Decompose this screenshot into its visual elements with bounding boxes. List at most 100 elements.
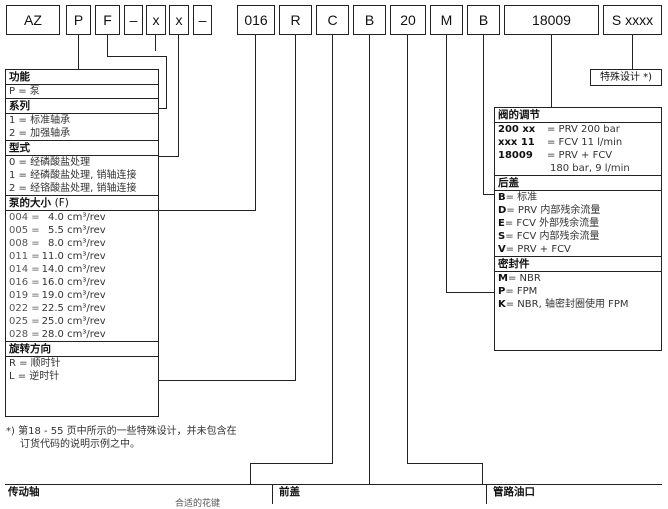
code-box-front-cover: C — [316, 5, 349, 35]
rear-cover-value: = FCV 外部残余流量 — [504, 218, 600, 229]
pipe-port-heading: 管路油口 — [493, 486, 535, 498]
size-code: 019 = — [9, 290, 40, 301]
rear-cover-row: E= FCV 外部残余流量 — [495, 217, 661, 230]
drive-shaft-partial-text: 合适的花键 — [175, 499, 221, 509]
valve-row: 200 xx = PRV 200 bar — [495, 123, 661, 136]
size-code: 008 = — [9, 238, 40, 249]
size-row: 011 = 11.0 cm³/rev — [6, 250, 158, 263]
seal-value: = FPM — [505, 286, 538, 297]
seal-heading: 密封件 — [495, 256, 661, 272]
rotation-heading: 旋转方向 — [6, 341, 158, 357]
size-value: 28.0 cm³/rev — [41, 329, 106, 340]
rear-cover-code: V — [498, 244, 506, 255]
valve-row: xxx 11 = FCV 11 l/min — [495, 136, 661, 149]
seal-row: K= NBR, 轴密封圈使用 FPM — [495, 298, 661, 311]
seal-row: P= FPM — [495, 285, 661, 298]
rear-cover-row: B= 标准 — [495, 191, 661, 204]
code-box-x-series: x — [146, 5, 166, 35]
valve-value: = FCV 11 l/min — [547, 137, 623, 148]
rear-cover-code: B — [498, 192, 506, 203]
code-box-dash-2: – — [193, 5, 212, 35]
size-row: 022 = 22.5 cm³/rev — [6, 302, 158, 315]
footnote-line-2: 订货代码的说明示例之中。 — [20, 439, 140, 450]
seal-value: = NBR — [507, 273, 541, 284]
size-value: 19.0 cm³/rev — [41, 290, 106, 301]
seal-row: M= NBR — [495, 272, 661, 285]
size-row: 008 = 8.0 cm³/rev — [6, 237, 158, 250]
seal-code: M — [498, 273, 508, 284]
code-box-pipe-port: 20 — [390, 5, 426, 35]
code-box-drive-shaft: B — [353, 5, 386, 35]
code-box-x-type: x — [169, 5, 189, 35]
valve-code: 200 xx — [498, 124, 536, 135]
type-heading: 型式 — [6, 140, 158, 156]
size-unit: (F) — [54, 197, 69, 209]
rear-cover-value: = PRV + FCV — [505, 244, 571, 255]
size-code: 028 = — [9, 329, 40, 340]
valve-value: 180 bar, 9 l/min — [550, 163, 630, 174]
rear-cover-row: D= PRV 内部残余流量 — [495, 204, 661, 217]
size-row: 025 = 25.0 cm³/rev — [6, 315, 158, 328]
size-value: 8.0 cm³/rev — [41, 238, 106, 249]
code-box-dash-1: – — [124, 5, 143, 35]
size-code: 014 = — [9, 264, 40, 275]
size-title: 泵的大小 — [9, 197, 51, 209]
size-value: 25.0 cm³/rev — [41, 316, 106, 327]
valve-code: xxx 11 — [498, 137, 535, 148]
series-row: 2 = 加强轴承 — [9, 128, 71, 139]
size-row: 019 = 19.0 cm³/rev — [6, 289, 158, 302]
size-row: 016 = 16.0 cm³/rev — [6, 276, 158, 289]
code-box-seal: M — [430, 5, 463, 35]
function-row: P = 泵 — [9, 86, 40, 97]
series-row: 1 = 标准轴承 — [9, 115, 71, 126]
size-code: 022 = — [9, 303, 40, 314]
left-spec-panel: 功能 P = 泵 系列 1 = 标准轴承 2 = 加强轴承 型式 0 = 经磷酸… — [5, 69, 159, 417]
valve-code: 18009 — [498, 150, 533, 161]
size-value: 5.5 cm³/rev — [41, 225, 106, 236]
size-code: 016 = — [9, 277, 40, 288]
size-row: 028 = 28.0 cm³/rev — [6, 328, 158, 341]
size-code: 025 = — [9, 316, 40, 327]
rear-cover-value: = PRV 内部残余流量 — [506, 205, 601, 216]
seal-value: = NBR, 轴密封圈使用 FPM — [505, 299, 629, 310]
size-code: 004 = — [9, 212, 40, 223]
size-code: 005 = — [9, 225, 40, 236]
size-value: 14.0 cm³/rev — [41, 264, 106, 275]
right-spec-panel: 阀的调节 200 xx = PRV 200 bar xxx 11 = FCV 11 l… — [494, 107, 662, 351]
code-box-rear-cover: B — [467, 5, 500, 35]
drive-shaft-heading: 传动轴 — [8, 486, 40, 498]
size-code: 011 = — [9, 251, 40, 262]
rotation-row: R = 顺时针 — [9, 358, 61, 369]
size-heading: 泵的大小 (F) — [6, 195, 158, 211]
size-row: 005 = 5.5 cm³/rev — [6, 224, 158, 237]
size-value: 4.0 cm³/rev — [41, 212, 106, 223]
code-box-special: S xxxx — [603, 5, 662, 35]
code-box-rotation: R — [279, 5, 312, 35]
code-box-az: AZ — [6, 5, 60, 35]
valve-value: = PRV + FCV — [547, 150, 613, 161]
size-value: 16.0 cm³/rev — [41, 277, 106, 288]
special-design-box: 特殊设计 *) — [590, 69, 662, 86]
size-value: 11.0 cm³/rev — [41, 251, 106, 262]
series-heading: 系列 — [6, 98, 158, 114]
size-value: 22.5 cm³/rev — [41, 303, 106, 314]
footnote-line-1: *) 第18 - 55 页中所示的一些特殊设计，并未包含在 — [6, 426, 237, 437]
code-box-size: 016 — [237, 5, 275, 35]
valve-heading: 阀的调节 — [495, 108, 661, 123]
valve-row: 180 bar, 9 l/min — [495, 162, 661, 175]
size-row: 014 = 14.0 cm³/rev — [6, 263, 158, 276]
valve-value: = PRV 200 bar — [547, 124, 620, 135]
seal-code: K — [498, 299, 506, 310]
rear-cover-row: S= FCV 内部残余流量 — [495, 230, 661, 243]
rear-cover-heading: 后盖 — [495, 175, 661, 191]
code-box-f: F — [95, 5, 120, 35]
special-design-label: 特殊设计 *) — [599, 72, 653, 83]
rotation-row: L = 逆时针 — [9, 371, 60, 382]
footnote: *) 第18 - 55 页中所示的一些特殊设计，并未包含在 订货代码的说明示例之… — [6, 425, 237, 451]
front-cover-heading: 前盖 — [279, 486, 300, 498]
type-row: 2 = 经铬酸盐处理, 销轴连接 — [9, 183, 137, 194]
type-row: 1 = 经磷酸盐处理, 销轴连接 — [9, 170, 137, 181]
rear-cover-value: = 标准 — [505, 192, 538, 203]
rear-cover-row: V= PRV + FCV — [495, 243, 661, 256]
code-box-p: P — [66, 5, 91, 35]
